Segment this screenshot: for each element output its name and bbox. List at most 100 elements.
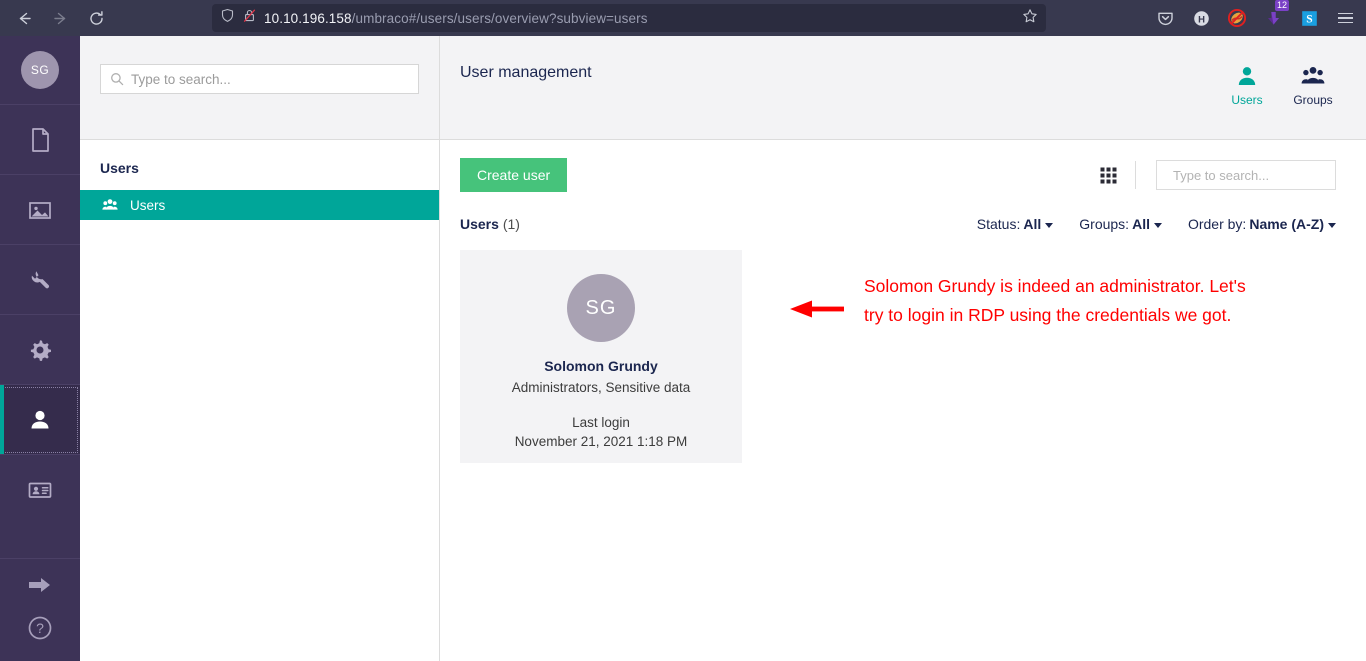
user-search-input[interactable] [1173,167,1349,183]
chevron-down-icon [1045,223,1054,228]
user-card-avatar: SG [567,274,635,342]
create-user-button[interactable]: Create user [460,158,568,192]
blocker-icon[interactable] [1224,5,1250,31]
reload-button[interactable] [80,3,112,33]
tree-panel: Users Users [80,36,440,661]
header-tabs: Users Groups [1224,64,1336,107]
pocket-icon[interactable] [1152,5,1178,31]
user-card[interactable]: SG Solomon Grundy Administrators, Sensit… [460,250,742,463]
arrow-right-icon [29,578,50,592]
tab-groups-label: Groups [1293,93,1333,107]
forward-button[interactable] [44,3,76,33]
sidebar-item-media[interactable] [0,175,80,245]
s-app-icon[interactable]: S [1296,5,1322,31]
svg-text:?: ? [36,620,44,636]
url-text[interactable]: 10.10.196.158/umbraco#/users/users/overv… [264,11,1015,26]
sidebar-item-users[interactable] [0,385,80,455]
help-button[interactable]: ? [26,614,54,647]
user-card-last-login-value: November 21, 2021 1:18 PM [514,434,688,449]
tree-item-users[interactable]: Users [80,190,439,220]
browser-extensions: H 12 S [1152,0,1358,31]
rail-bottom-actions: ? [0,558,80,661]
content-icon [32,127,49,152]
back-button[interactable] [8,3,40,33]
filter-groups-value: All [1132,216,1150,232]
tab-users[interactable]: Users [1224,64,1270,107]
users-count-value: (1) [502,216,520,232]
section-navigation-rail: SG ? [0,36,80,661]
back-arrow-icon [19,12,31,24]
grid-icon [1100,167,1117,183]
user-card-groups: Administrators, Sensitive data [511,380,691,395]
help-icon: ? [28,616,52,640]
svg-text:S: S [1306,13,1312,25]
reload-icon [89,10,103,25]
users-group-icon [102,199,118,210]
page-header: User management Users Groups [440,36,1366,140]
hamburger-icon [1337,12,1353,24]
settings-wrench-icon [31,270,49,288]
page-title: User management [460,64,592,81]
left-arrow-icon [790,300,844,318]
filter-status[interactable]: Status: All [976,216,1054,232]
browser-toolbar: 10.10.196.158/umbraco#/users/users/overv… [0,0,1366,36]
user-icon [1238,67,1256,85]
annotation-text: Solomon Grundy is indeed an administrato… [864,276,1246,325]
users-count: Users (1) [460,216,520,232]
downloads-badge: 12 [1274,0,1289,11]
tree-item-label: Users [130,197,166,213]
shield-icon[interactable] [220,8,235,28]
users-icon [31,410,49,428]
users-count-label: Users [460,216,499,232]
sidebar-item-members[interactable] [0,455,80,525]
umbraco-app: SG ? Type to search... Users Users User … [0,36,1366,661]
forward-arrow-icon [53,12,65,24]
user-cards-area: SG Solomon Grundy Administrators, Sensit… [440,232,1366,661]
toolbar-divider [1135,161,1136,189]
search-input[interactable] [131,71,409,87]
h-circle-icon[interactable]: H [1188,5,1214,31]
filters: Status: All Groups: All Order by: Name (A-Z… [977,216,1336,232]
sidebar-item-settings[interactable] [0,245,80,315]
tab-groups[interactable]: Groups [1290,64,1336,107]
main-content: User management Users Groups Create user… [440,36,1366,661]
toggle-navigation-button[interactable] [26,573,54,602]
current-user-avatar-wrap[interactable]: SG [0,36,80,105]
toolbar-right [1082,160,1349,190]
filter-groups-label: Groups: [1079,216,1130,232]
user-search-box[interactable] [1156,160,1349,190]
annotation: Solomon Grundy is indeed an administrato… [790,272,1254,330]
grid-view-toggle[interactable] [1082,167,1135,184]
tree-search-wrap [80,36,439,140]
url-path: /umbraco#/users/users/overview?subview=u… [351,10,648,26]
user-card-last-login-label: Last login [572,415,630,430]
annotation-arrow [790,299,844,324]
chevron-down-icon [1153,223,1162,228]
filter-order-by-value: Name (A-Z) [1249,216,1324,232]
group-icon [1301,67,1325,84]
search-icon [111,73,124,86]
chevron-down-icon [1328,223,1336,228]
url-host: 10.10.196.158 [264,10,352,26]
content-toolbar: Create user [440,140,1366,192]
avatar[interactable]: SG [21,51,59,89]
filter-order-by[interactable]: Order by: Name (A-Z) [1188,216,1336,232]
browser-nav-buttons [8,3,112,33]
filter-status-label: Status: [976,216,1021,232]
user-card-name: Solomon Grundy [544,358,658,374]
browser-menu-button[interactable] [1332,5,1358,31]
tree-search-box[interactable] [100,64,419,94]
tree-heading: Users [100,160,139,176]
sidebar-item-developer[interactable] [0,315,80,385]
bookmark-star-icon[interactable] [1022,8,1038,29]
filter-groups[interactable]: Groups: All [1079,216,1162,232]
filter-bar: Users (1) Status: All Groups: All Order by… [440,192,1366,232]
members-card-icon [28,482,52,498]
downloads-icon[interactable]: 12 [1260,0,1289,31]
sidebar-item-content[interactable] [0,105,80,175]
insecure-lock-icon[interactable] [242,8,257,28]
filter-status-value: All [1023,216,1042,232]
gear-icon [30,339,51,361]
address-bar[interactable]: 10.10.196.158/umbraco#/users/users/overv… [212,4,1046,32]
tab-users-label: Users [1231,93,1263,107]
